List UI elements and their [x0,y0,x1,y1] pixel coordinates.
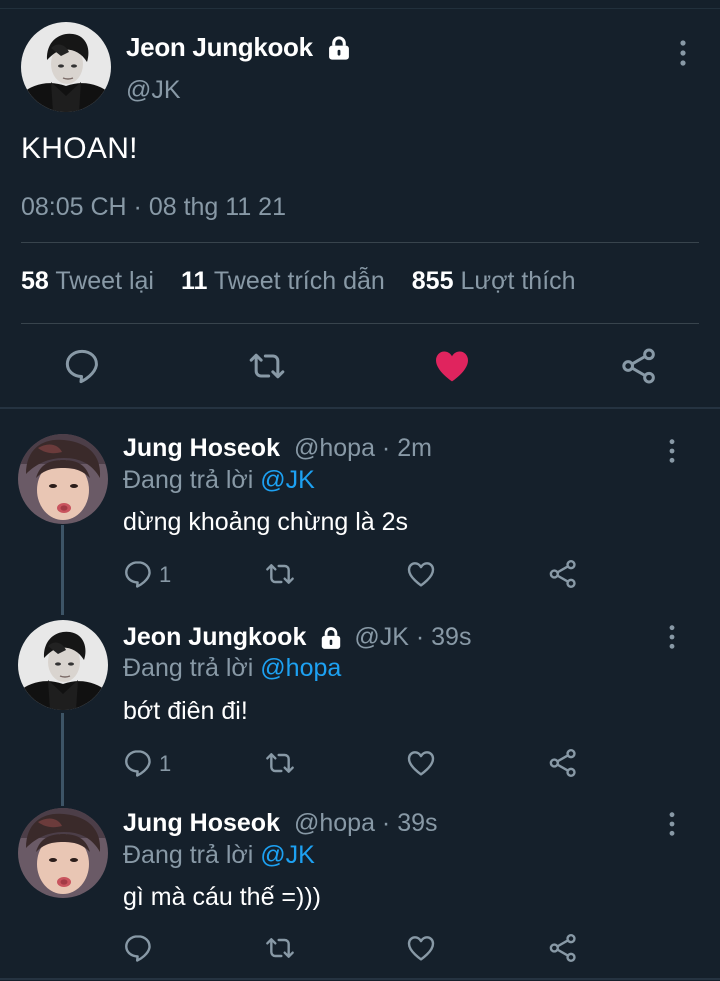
author-name[interactable]: Jeon Jungkook [123,623,306,652]
share-icon[interactable] [547,558,579,590]
avatar[interactable] [21,22,111,112]
share-icon[interactable] [619,346,659,386]
mention-link[interactable]: @hopa [260,654,341,682]
reply-header: Jung Hoseok @hopa · 2m [123,434,432,463]
avatar-image [21,22,111,112]
retweets-stat[interactable]: 58 Tweet lại [21,267,154,295]
replying-prefix: Đang trả lời [123,654,254,682]
likes-count: 855 [411,267,454,295]
reply-count: 1 [159,751,172,776]
like-icon[interactable] [405,558,437,590]
reply-icon[interactable] [122,558,154,590]
share-icon[interactable] [547,747,579,779]
mention-link[interactable]: @JK [260,841,315,869]
handle-time: @JK · 39s [354,623,472,651]
author-name-row[interactable]: Jeon Jungkook [126,32,353,63]
tweet-stats: 58 Tweet lại 11 Tweet trích dẫn 855 Lượt… [21,267,576,296]
author-name[interactable]: Jung Hoseok [123,434,280,463]
avatar-image [18,808,108,898]
more-icon[interactable] [660,437,684,465]
lock-icon [318,625,344,651]
main-tweet: Jeon Jungkook @JK KHOAN! 08:05 CH · 08 t… [0,0,720,408]
replying-to: Đang trả lời @hopa [123,654,341,683]
retweet-icon[interactable] [247,346,287,386]
likes-stat[interactable]: 855 Lượt thích [412,267,576,295]
replying-to: Đang trả lời @JK [123,466,315,495]
avatar-image [18,620,108,710]
retweet-icon[interactable] [264,558,296,590]
more-icon[interactable] [660,810,684,838]
handle-time: @hopa · 2m [293,434,432,462]
reply-header: Jeon Jungkook @JK · 39s [123,623,471,652]
author-name[interactable]: Jeon Jungkook [126,32,313,63]
avatar[interactable] [18,434,108,524]
quotes-count: 11 [180,267,208,295]
like-icon[interactable] [405,747,437,779]
replying-to: Đang trả lời @JK [123,841,315,870]
reply-icon[interactable] [122,932,154,964]
replying-prefix: Đang trả lời [123,466,254,494]
more-icon[interactable] [660,623,684,651]
retweet-icon[interactable] [264,932,296,964]
avatar[interactable] [18,620,108,710]
tweet-text: KHOAN! [21,132,138,165]
mention-link[interactable]: @JK [260,466,315,494]
replying-prefix: Đang trả lời [123,841,254,869]
reply-text: dừng khoảng chừng là 2s [123,508,409,536]
reply-icon[interactable] [122,747,154,779]
lock-icon [325,34,353,62]
quotes-label: Tweet trích dẫn [213,267,385,295]
tweet-timestamp[interactable]: 08:05 CH · 08 thg 11 21 [21,193,286,222]
likes-label: Lượt thích [460,267,576,295]
thread-line [61,713,64,806]
avatar-image [18,434,108,524]
handle-time: @hopa · 39s [293,809,438,837]
retweet-icon[interactable] [264,747,296,779]
quotes-stat[interactable]: 11 Tweet trích dẫn [181,267,385,295]
author-name[interactable]: Jung Hoseok [123,809,280,838]
reply-text: bớt điên đi! [123,697,248,725]
section-separator [0,407,720,409]
reply-count: 1 [159,562,172,587]
share-icon[interactable] [547,932,579,964]
retweets-count: 58 [21,267,49,295]
reply-icon[interactable] [62,346,102,386]
bottom-divider [0,978,720,980]
reply-text: gì mà cáu thế =))) [123,883,321,911]
divider [21,242,699,243]
reply-header: Jung Hoseok @hopa · 39s [123,809,438,838]
thread-line [61,525,64,615]
like-icon[interactable] [432,346,472,386]
more-icon[interactable] [670,38,696,68]
retweets-label: Tweet lại [55,267,154,295]
author-handle[interactable]: @JK [126,76,181,105]
divider [21,323,699,324]
avatar[interactable] [18,808,108,898]
like-icon[interactable] [405,932,437,964]
